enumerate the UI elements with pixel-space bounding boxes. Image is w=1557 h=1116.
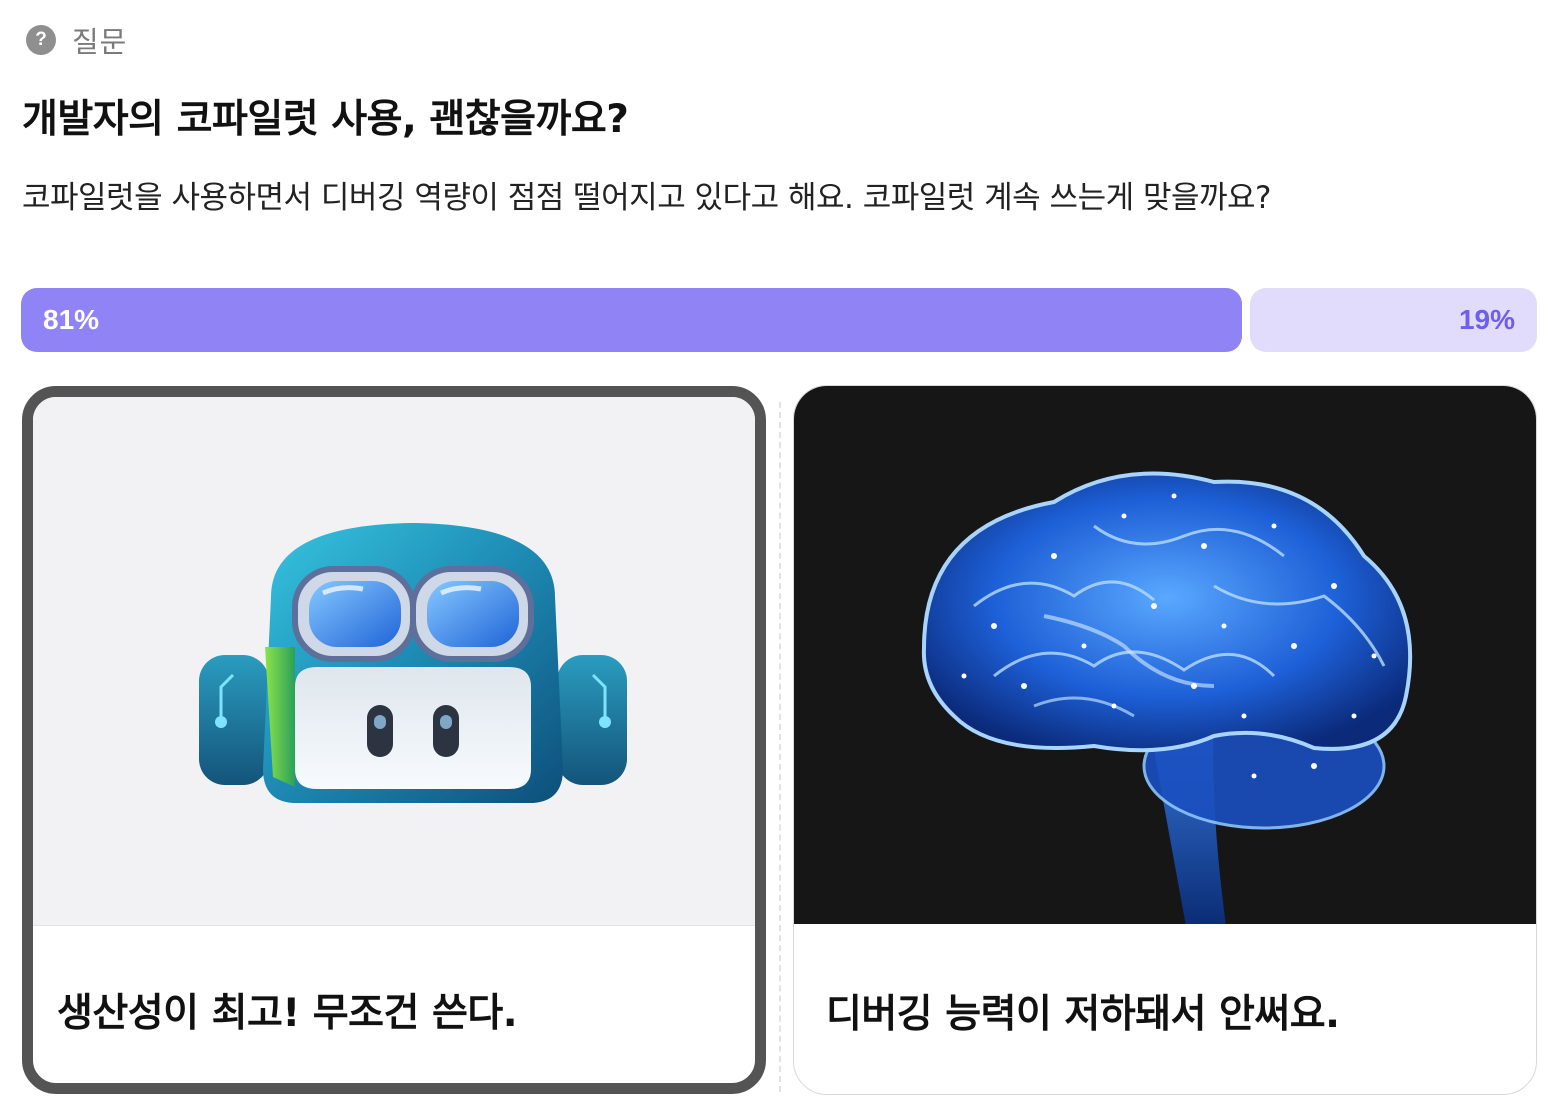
copilot-robot-icon: [199, 523, 627, 803]
question-title: 개발자의 코파일럿 사용, 괜찮을까요?: [22, 97, 629, 142]
card-divider: [779, 402, 781, 1092]
option-label-1: 생산성이 최고! 무조건 쓴다.: [57, 991, 518, 1036]
question-category: ? 질문: [26, 22, 128, 59]
result-bar-option-1: 81%: [21, 288, 1242, 352]
vote-result-bar: 81% 19%: [21, 288, 1537, 352]
result-bar-option-2: 19%: [1250, 288, 1537, 352]
option-card-2[interactable]: 디버깅 능력이 저하돼서 안써요.: [793, 385, 1537, 1095]
glowing-brain-icon: [921, 471, 1413, 924]
result-percent-option-1: 81%: [43, 304, 100, 335]
option-image-2: [794, 386, 1536, 924]
option-card-1-selected[interactable]: 생산성이 최고! 무조건 쓴다.: [22, 386, 766, 1094]
question-circle-icon: ?: [26, 25, 56, 55]
option-label-2: 디버깅 능력이 저하돼서 안써요.: [826, 992, 1340, 1037]
category-label: 질문: [72, 25, 128, 59]
question-description: 코파일럿을 사용하면서 디버깅 역량이 점점 떨어지고 있다고 해요. 코파일럿…: [22, 180, 1272, 216]
result-percent-option-2: 19%: [1458, 304, 1515, 335]
option-image-1: [33, 397, 755, 926]
